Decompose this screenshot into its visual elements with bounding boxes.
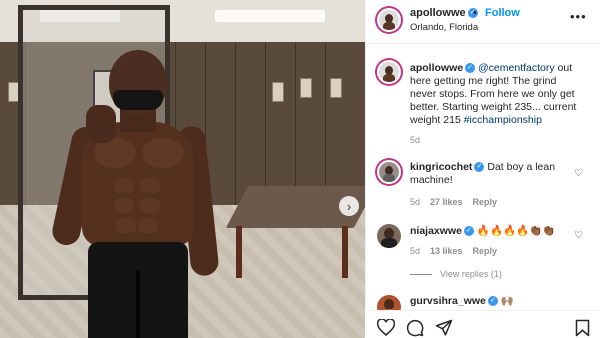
comment-icon[interactable] xyxy=(406,319,424,338)
comment-avatar[interactable] xyxy=(377,224,401,248)
author-username[interactable]: apollowwe ✓ xyxy=(410,7,478,19)
comment-text: 🔥🔥🔥🔥👏🏾👏🏾 xyxy=(476,225,556,237)
separator-dot: • xyxy=(473,7,477,19)
comment-likes[interactable]: 13 likes xyxy=(430,246,463,256)
post-photo[interactable]: › xyxy=(0,0,365,338)
verified-badge-icon: ✓ xyxy=(463,226,474,237)
verified-badge-icon: ✓ xyxy=(487,296,498,307)
caption-age: 5d xyxy=(410,135,421,145)
post-header xyxy=(366,0,600,44)
instagram-post: › apollowwe ✓ • Follow Orlando, Florida •… xyxy=(0,0,600,338)
comment-item: kingricochet ✓ Dat boy a lean machine! xyxy=(410,161,570,187)
face-mask xyxy=(113,90,163,110)
caption-username[interactable]: apollowwe xyxy=(410,62,463,74)
caption-hashtag[interactable]: #icchampionship xyxy=(464,114,542,126)
ceiling-light xyxy=(215,10,325,22)
action-bar xyxy=(365,310,600,338)
share-icon[interactable] xyxy=(435,319,453,338)
bookmark-icon[interactable] xyxy=(575,319,590,338)
comment-item: niajaxwwe ✓ 🔥🔥🔥🔥👏🏾👏🏾 xyxy=(410,225,570,238)
next-arrow-icon[interactable]: › xyxy=(339,196,359,216)
author-avatar[interactable] xyxy=(377,8,401,32)
comment-meta: 5d 13 likes Reply xyxy=(410,246,497,256)
comment-likes[interactable]: 27 likes xyxy=(430,197,463,207)
more-icon[interactable]: ••• xyxy=(570,9,587,24)
bench-legs xyxy=(236,226,348,278)
comment-meta: 5d 27 likes Reply xyxy=(410,197,497,207)
post-location[interactable]: Orlando, Florida xyxy=(410,22,478,33)
verified-badge-icon: ✓ xyxy=(465,63,476,74)
heart-icon[interactable] xyxy=(376,318,396,338)
post-caption: apollowwe ✓ @cementfactory out here getti… xyxy=(410,62,585,127)
comment-age: 5d xyxy=(410,246,421,256)
view-replies-button[interactable]: View replies (1) xyxy=(410,269,502,279)
view-replies-line xyxy=(410,274,432,276)
comment-like-heart-icon[interactable]: ♡ xyxy=(574,230,583,241)
comment-username[interactable]: kingricochet xyxy=(410,161,472,173)
verified-badge-icon: ✓ xyxy=(474,162,485,173)
reply-button[interactable]: Reply xyxy=(473,246,498,256)
reply-button[interactable]: Reply xyxy=(473,197,498,207)
comment-text: 🙌🏽 xyxy=(500,295,514,307)
caption-mention[interactable]: @cementfactory xyxy=(478,62,555,74)
comment-username[interactable]: gurvsihra_wwe xyxy=(410,295,486,307)
person-selfie xyxy=(49,50,220,338)
comment-like-heart-icon[interactable]: ♡ xyxy=(574,168,583,179)
comment-item: gurvsihra_wwe ✓ 🙌🏽 xyxy=(410,295,570,308)
comment-avatar[interactable] xyxy=(377,160,401,184)
follow-button[interactable]: Follow xyxy=(485,7,520,19)
comment-age: 5d xyxy=(410,197,421,207)
comment-username[interactable]: niajaxwwe xyxy=(410,225,462,237)
phone-hand xyxy=(86,105,116,143)
caption-avatar[interactable] xyxy=(377,60,401,84)
